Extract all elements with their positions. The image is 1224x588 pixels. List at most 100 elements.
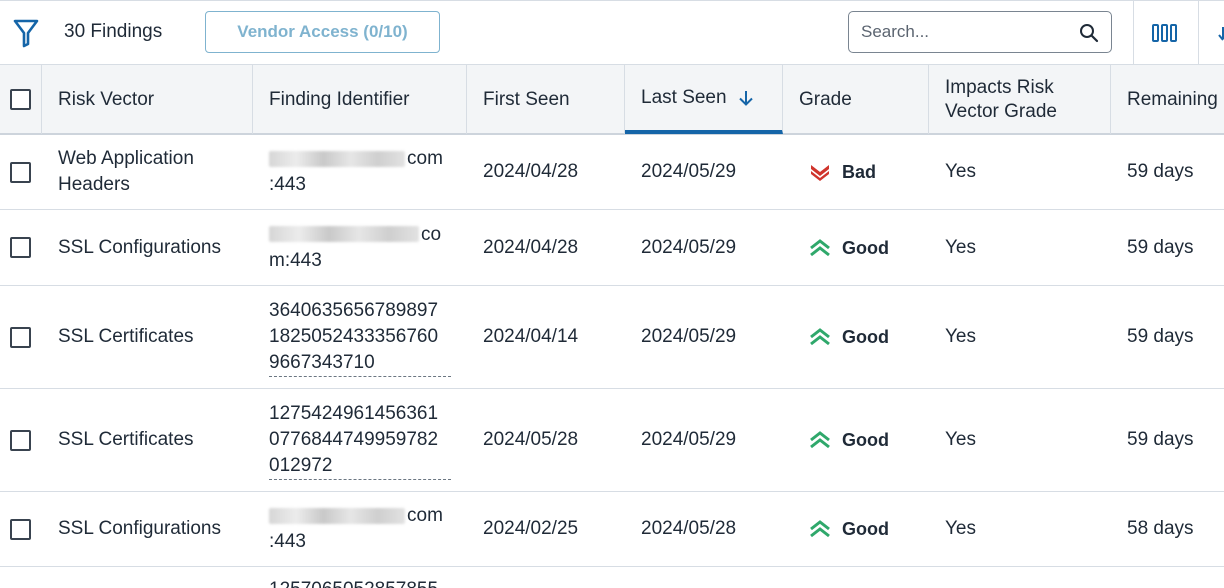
search-input[interactable] (861, 21, 1071, 43)
risk-vector-cell: SSL Configurations (58, 518, 222, 539)
table-row[interactable]: 1257065052857855 (0, 567, 1224, 588)
search-box[interactable] (848, 11, 1112, 53)
identifier-port: :443 (269, 531, 306, 552)
first-seen-cell: 2024/02/25 (483, 518, 579, 539)
table-row[interactable]: SSL Certificates 3640635656789897 182505… (0, 286, 1224, 389)
table-row[interactable]: SSL Certificates 1275424961456361 077684… (0, 389, 1224, 492)
column-header-last-seen[interactable]: Last Seen (625, 65, 783, 134)
impacts-cell: Yes (945, 161, 976, 182)
grade-label: Good (842, 327, 889, 347)
row-checkbox[interactable] (10, 326, 31, 348)
findings-toolbar: 30 Findings Vendor Access (0/10) (0, 0, 1224, 65)
select-all-checkbox[interactable] (10, 89, 31, 110)
grade-cell: Good (808, 389, 889, 491)
column-header-risk-vector[interactable]: Risk Vector (42, 65, 253, 134)
grade-label: Bad (842, 162, 877, 182)
last-seen-cell: 2024/05/29 (641, 161, 737, 182)
risk-vector-cell: SSL Certificates (58, 429, 194, 450)
identifier-suffix: co (421, 223, 442, 245)
finding-identifier-cell[interactable]: com :443 (269, 492, 459, 566)
identifier-line: 1275424961456361 (269, 402, 439, 424)
columns-icon[interactable] (1150, 21, 1180, 45)
first-seen-cell: 2024/04/28 (483, 161, 579, 182)
identifier-line: 9667343710 (269, 351, 375, 373)
first-seen-cell: 2024/04/28 (483, 236, 579, 258)
bad-grade-icon (811, 165, 829, 181)
row-checkbox[interactable] (10, 518, 31, 540)
column-header-first-seen[interactable]: First Seen (467, 65, 625, 134)
header-select-all (0, 65, 42, 134)
grade-cell: Good (808, 492, 889, 566)
good-grade-icon (810, 431, 830, 449)
risk-vector-cell: SSL Configurations (58, 236, 222, 258)
last-seen-cell: 2024/05/29 (641, 326, 737, 347)
impacts-cell: Yes (945, 236, 976, 258)
vendor-access-button[interactable]: Vendor Access (0/10) (205, 11, 440, 53)
last-seen-cell: 2024/05/29 (641, 429, 737, 450)
good-grade-icon (810, 328, 830, 346)
grade-label: Good (842, 519, 889, 539)
row-select (10, 389, 31, 491)
toolbar-divider (1198, 1, 1199, 65)
sort-descending-icon (738, 90, 753, 106)
grade-label: Good (842, 430, 889, 450)
table-header: Risk Vector Finding Identifier First See… (0, 64, 1224, 135)
row-select (10, 135, 31, 209)
column-label: First Seen (483, 88, 570, 110)
impacts-cell: Yes (945, 429, 976, 450)
good-grade-icon (810, 520, 830, 538)
column-header-grade[interactable]: Grade (783, 65, 929, 134)
identifier-line: 3640635656789897 (269, 299, 439, 321)
row-checkbox[interactable] (10, 161, 31, 183)
finding-identifier-cell[interactable]: 3640635656789897 1825052433356760 966734… (269, 286, 459, 388)
impacts-cell: Yes (945, 518, 976, 539)
grade-label: Good (842, 237, 889, 258)
grade-cell: Bad (808, 135, 876, 209)
first-seen-cell: 2024/04/14 (483, 326, 579, 347)
remaining-cell: 59 days (1127, 326, 1194, 347)
export-icon[interactable] (1216, 25, 1224, 43)
finding-identifier-cell[interactable]: 1275424961456361 0776844749959782 012972 (269, 389, 459, 491)
remaining-cell: 59 days (1127, 429, 1194, 450)
remaining-cell: 58 days (1127, 518, 1194, 539)
identifier-line: 0776844749959782 (269, 428, 439, 450)
identifier-line: 1825052433356760 (269, 325, 439, 347)
row-checkbox[interactable] (10, 237, 31, 258)
table-row[interactable]: Web Application Headers com :443 2024/04… (0, 135, 1224, 210)
findings-count: 30 Findings (64, 21, 163, 42)
column-label: Finding Identifier (269, 88, 410, 110)
grade-cell: Good (808, 286, 889, 388)
redacted-hostname (269, 507, 405, 524)
column-header-remaining[interactable]: Remaining l (1111, 65, 1224, 134)
column-label: Grade (799, 88, 852, 110)
table-row[interactable]: SSL Configurations co m:443 2024/04/28 2… (0, 210, 1224, 286)
row-select (10, 210, 31, 285)
column-label: Impacts Risk Vector Grade (945, 76, 1057, 122)
column-header-finding-identifier[interactable]: Finding Identifier (253, 65, 467, 134)
column-header-impacts[interactable]: Impacts Risk Vector Grade (929, 65, 1111, 134)
finding-identifier-cell[interactable]: co m:443 (269, 210, 459, 285)
row-select (10, 492, 31, 566)
grade-cell: Good (808, 210, 889, 285)
redacted-hostname (269, 226, 419, 243)
good-grade-icon (810, 238, 830, 256)
column-label: Remaining l (1127, 88, 1224, 110)
risk-vector-cell: Web Application Headers (58, 148, 194, 195)
filter-icon[interactable] (12, 18, 40, 48)
column-label: Risk Vector (58, 88, 155, 110)
column-label: Last Seen (641, 86, 727, 108)
last-seen-cell: 2024/05/28 (641, 518, 737, 539)
remaining-cell: 59 days (1127, 236, 1194, 258)
risk-vector-cell: SSL Certificates (58, 326, 194, 347)
table-row[interactable]: SSL Configurations com :443 2024/02/25 2… (0, 492, 1224, 567)
search-icon[interactable] (1079, 23, 1099, 43)
impacts-cell: Yes (945, 326, 976, 347)
identifier-line: 1257065052857855 (269, 577, 438, 588)
row-checkbox[interactable] (10, 429, 31, 451)
redacted-hostname (269, 150, 405, 167)
finding-identifier-cell[interactable]: com :443 (269, 135, 459, 209)
row-select (10, 286, 31, 388)
first-seen-cell: 2024/05/28 (483, 429, 579, 450)
identifier-suffix: com (407, 505, 443, 526)
last-seen-cell: 2024/05/29 (641, 236, 737, 258)
